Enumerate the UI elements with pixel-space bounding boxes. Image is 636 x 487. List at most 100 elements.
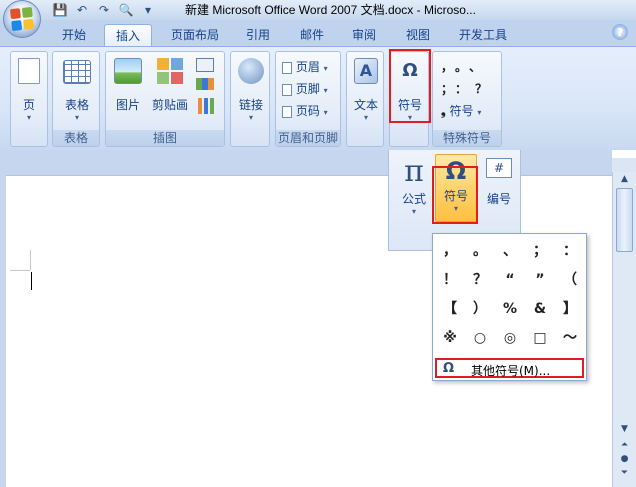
tab-home[interactable]: 开始 (50, 24, 98, 47)
scroll-down-icon[interactable]: ▼ (616, 424, 633, 434)
table-button[interactable]: 表格 ▾ (58, 56, 96, 123)
smartart-icon[interactable] (196, 78, 214, 90)
redo-icon[interactable]: ↷ (96, 2, 112, 18)
symbol-cell[interactable]: ： (555, 237, 585, 265)
footer-button[interactable]: 页脚 ▾ (282, 80, 328, 97)
ruler-toggle[interactable] (612, 158, 636, 172)
links-button[interactable]: 链接 ▾ (233, 56, 269, 123)
page-number-button[interactable]: 页码 ▾ (282, 102, 328, 119)
next-page-icon[interactable]: ⏷ (616, 468, 633, 478)
help-icon[interactable]: ? (612, 24, 628, 40)
special-symbol-arrow-icon: ▾ (477, 108, 482, 117)
select-browse-object-icon[interactable]: ● (616, 454, 633, 464)
page-icon (18, 58, 40, 84)
ribbon: 页 ▾ 表格 ▾ 表格 图片 剪贴画 插图 链接 ▾ 页眉 ▾ 页脚 ▾ 页码 … (0, 46, 636, 150)
symbol-cell[interactable]: ？ (465, 266, 495, 294)
margin-mark-vertical (30, 250, 31, 270)
symbol-cell[interactable]: ” (525, 266, 555, 294)
symbol-cell[interactable]: ○ (465, 324, 495, 352)
undo-icon[interactable]: ↶ (74, 2, 90, 18)
symbols-highlight-box (389, 49, 431, 123)
symbol-cell[interactable]: “ (495, 266, 525, 294)
tab-developer[interactable]: 开发工具 (448, 24, 518, 47)
links-arrow-icon: ▾ (248, 113, 253, 122)
page-number-icon (282, 105, 292, 118)
pages-button[interactable]: 页 ▾ (14, 56, 44, 123)
text-button[interactable]: A 文本 ▾ (349, 56, 383, 123)
symbol-cell[interactable]: 、 (495, 237, 525, 265)
special-symbols-row-1[interactable]: ，。、 (441, 58, 489, 75)
print-preview-icon[interactable]: 🔍 (118, 2, 134, 18)
more-symbols-label: 其他符号(M)... (471, 364, 551, 378)
tab-page-layout[interactable]: 页面布局 (160, 24, 230, 47)
symbol-cell[interactable]: ； (525, 237, 555, 265)
symbol-cell[interactable]: ！ (435, 266, 465, 294)
shapes-icon[interactable] (196, 58, 214, 72)
symbol-cell[interactable]: ※ (435, 324, 465, 352)
symbol-cell[interactable]: ◎ (495, 324, 525, 352)
symbol-cell[interactable]: □ (525, 324, 555, 352)
symbol-highlight-box (432, 166, 478, 224)
tab-insert[interactable]: 插入 (104, 24, 152, 47)
scroll-up-icon[interactable]: ▲ (616, 174, 633, 184)
pages-label: 页 (22, 98, 35, 112)
previous-page-icon[interactable]: ⏶ (616, 440, 633, 450)
more-symbols-menu-item[interactable]: Ω 其他符号(M)... (435, 358, 584, 378)
group-label-special-symbols: 特殊符号 (433, 130, 501, 146)
symbol-cell[interactable]: 【 (435, 295, 465, 323)
symbol-cell[interactable]: ～ (555, 324, 585, 352)
group-header-footer: 页眉 ▾ 页脚 ▾ 页码 ▾ 页眉和页脚 (275, 51, 341, 147)
scroll-thumb[interactable] (616, 188, 633, 252)
equation-button[interactable]: π 公式 ▾ (395, 154, 433, 217)
page-number-arrow-icon: ▾ (323, 108, 328, 117)
tab-references[interactable]: 引用 (236, 24, 280, 47)
symbol-cell[interactable]: （ (555, 266, 585, 294)
special-symbol-label: 符号 (449, 104, 474, 118)
group-tables: 表格 ▾ 表格 (52, 51, 100, 147)
tab-review[interactable]: 审阅 (342, 24, 386, 47)
save-icon[interactable]: 💾 (52, 2, 68, 18)
window-title: 新建 Microsoft Office Word 2007 文档.docx - … (185, 3, 476, 17)
omega-small-icon: Ω (443, 361, 455, 376)
equation-label: 公式 (401, 192, 426, 206)
tab-mailings[interactable]: 邮件 (290, 24, 334, 47)
header-button[interactable]: 页眉 ▾ (282, 58, 328, 75)
chart-icon[interactable] (198, 98, 214, 114)
special-symbol-button[interactable]: ❟ 符号 ▾ (441, 102, 481, 119)
table-arrow-icon: ▾ (74, 113, 79, 122)
picture-icon (114, 58, 142, 84)
hash-icon: # (486, 158, 512, 178)
clipart-button[interactable]: 剪贴画 (150, 56, 190, 113)
pages-arrow-icon: ▾ (26, 113, 31, 122)
symbol-cell[interactable]: & (525, 295, 555, 323)
group-illustrations: 图片 剪贴画 插图 (105, 51, 225, 147)
margin-mark-horizontal (10, 270, 30, 271)
special-symbols-row-2[interactable]: ；：？ (441, 80, 495, 97)
text-arrow-icon: ▾ (363, 113, 368, 122)
tab-view[interactable]: 视图 (396, 24, 440, 47)
vertical-scrollbar[interactable]: ▲ ▼ ⏶ ● ⏷ (612, 172, 636, 487)
picture-button[interactable]: 图片 (112, 56, 144, 113)
group-label-tables: 表格 (53, 130, 99, 146)
picture-label: 图片 (115, 98, 140, 112)
clipart-icon (157, 58, 183, 84)
text-label: 文本 (353, 98, 378, 112)
symbol-cell[interactable]: 。 (465, 237, 495, 265)
group-links: 链接 ▾ (230, 51, 270, 147)
clipart-label: 剪贴画 (151, 98, 188, 112)
group-label-header-footer: 页眉和页脚 (276, 130, 340, 146)
group-label-illustrations: 插图 (106, 130, 224, 146)
numbering-button[interactable]: # 编号 (481, 158, 517, 207)
numbering-label: 编号 (486, 192, 511, 206)
symbol-cell[interactable]: % (495, 295, 525, 323)
symbol-cell[interactable]: ） (465, 295, 495, 323)
quick-access-toolbar: 💾 ↶ ↷ 🔍 ▾ (52, 1, 156, 19)
office-button[interactable] (3, 0, 41, 38)
symbol-cell[interactable]: ， (435, 237, 465, 265)
ribbon-tab-row: 开始 插入 页面布局 引用 邮件 审阅 视图 开发工具 (0, 20, 636, 47)
customize-qat-icon[interactable]: ▾ (140, 2, 156, 18)
symbol-cell[interactable]: 】 (555, 295, 585, 323)
header-label: 页眉 (295, 60, 320, 74)
page-number-label: 页码 (295, 104, 320, 118)
office-logo-icon (9, 6, 35, 32)
